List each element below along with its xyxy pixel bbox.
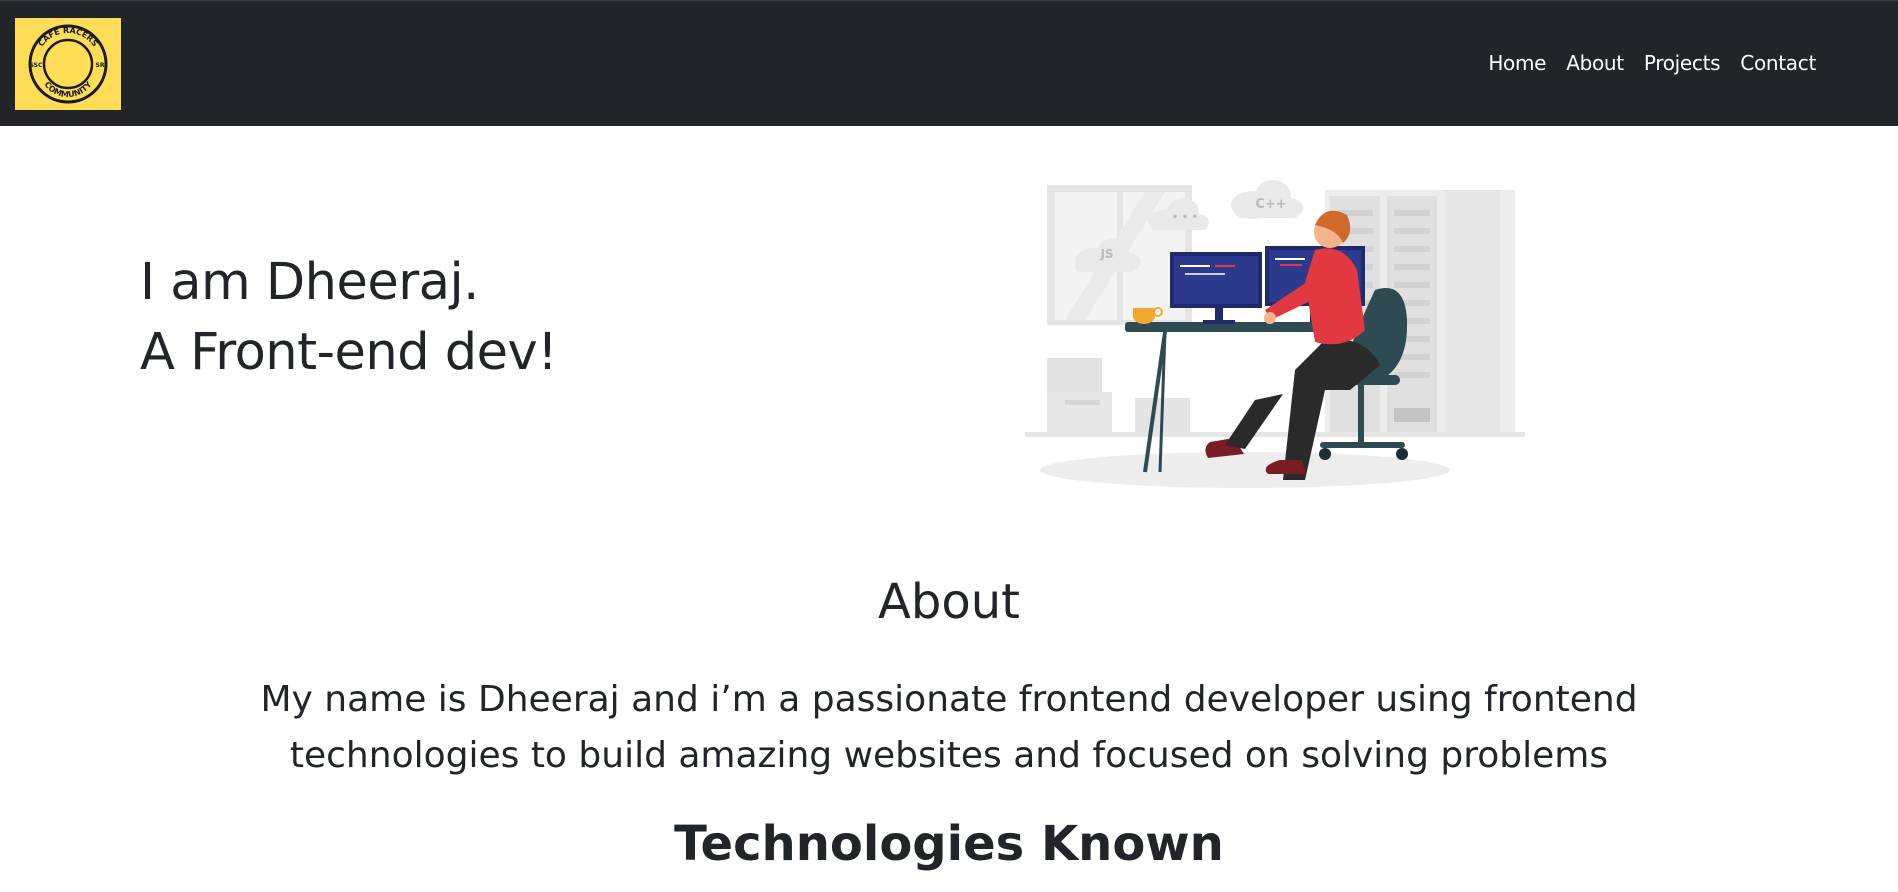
cloud-label-js: JS	[1099, 247, 1113, 261]
developer-at-desk-illustration: JS C++ • • •	[1025, 170, 1530, 495]
cloud-label-cpp: C++	[1255, 197, 1286, 212]
hero-heading: I am Dheeraj. A Front-end dev!	[140, 248, 558, 388]
nav-link-home[interactable]: Home	[1488, 51, 1546, 75]
hero-line-2: A Front-end dev!	[140, 323, 558, 382]
logo-left-text: SSC	[30, 62, 43, 69]
svg-text:CAFE RACERS: CAFE RACERS	[36, 26, 99, 49]
about-title: About	[878, 574, 1020, 630]
logo-right-text: SR	[96, 62, 105, 69]
logo[interactable]: CAFE RACERS COMMUNITY SSC SR	[15, 18, 121, 110]
navbar: CAFE RACERS COMMUNITY SSC SR Home About …	[0, 0, 1898, 126]
nav-link-contact[interactable]: Contact	[1740, 51, 1816, 75]
nav-link-projects[interactable]: Projects	[1644, 51, 1721, 75]
about-text: My name is Dheeraj and i’m a passionate …	[260, 679, 1638, 776]
illustration-svg: JS C++ • • •	[1025, 180, 1525, 488]
logo-top-text: CAFE RACERS	[36, 26, 99, 49]
logo-emblem-icon: CAFE RACERS COMMUNITY SSC SR	[28, 24, 108, 104]
hero-line-1: I am Dheeraj.	[140, 253, 479, 312]
nav-links: Home About Projects Contact	[1488, 51, 1816, 75]
nav-link-about[interactable]: About	[1566, 51, 1624, 75]
technologies-title: Technologies Known	[674, 816, 1224, 872]
cloud-label-dots: • • •	[1172, 212, 1198, 223]
